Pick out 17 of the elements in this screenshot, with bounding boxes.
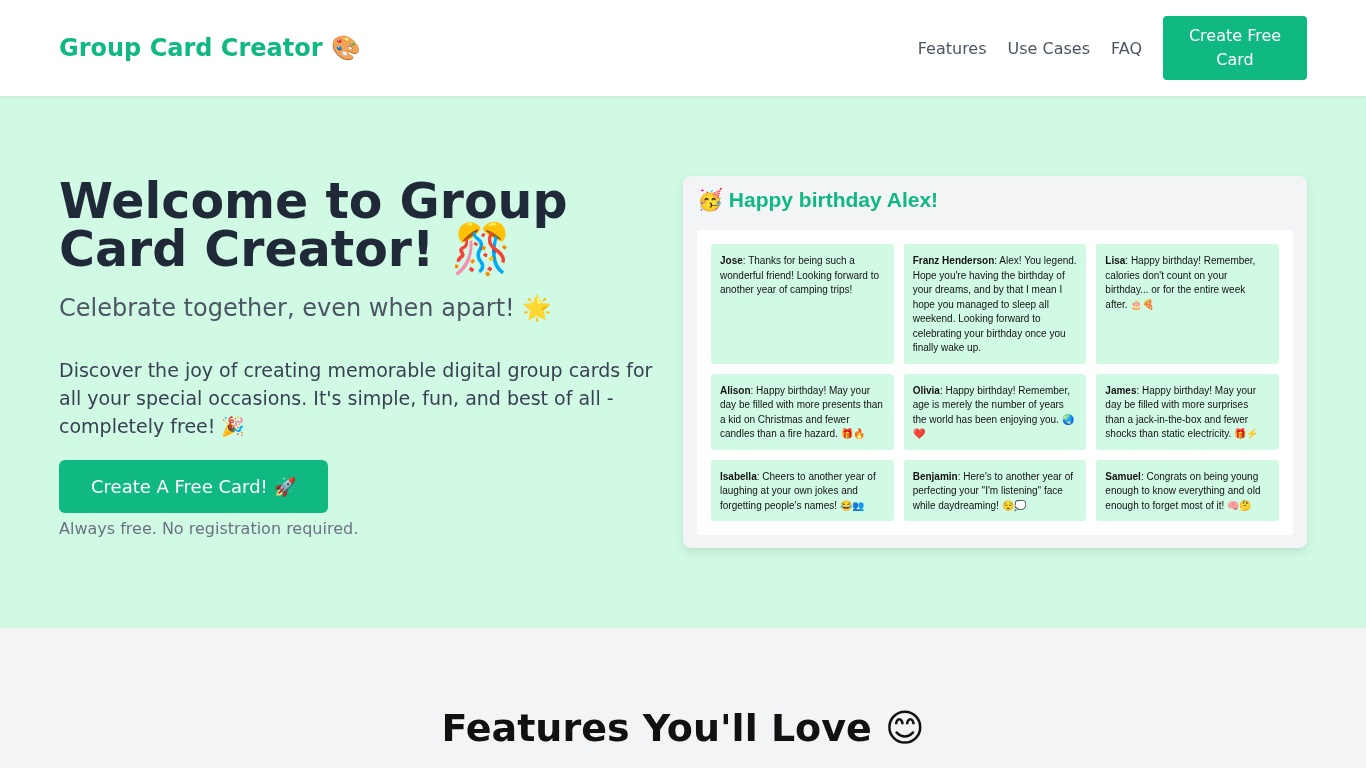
hero-description: Discover the joy of creating memorable digital group cards for all your special occasions. It's simple, fun, and best of all - completely free! 🎉 [59, 358, 654, 439]
card-title: 🥳 Happy birthday Alex! [697, 188, 940, 212]
features-heading: Features You'll Love 😊 [441, 706, 925, 752]
hero-subtitle: Celebrate together, even when apart! 🌟 [59, 294, 554, 322]
nav-link[interactable]: FAQ [1111, 38, 1142, 58]
nav-link[interactable]: Use Cases [1007, 38, 1090, 58]
message-note: Lisa: Happy birthday! Remember, calories don't count on your birthday... or for the entire week after. 🎂🍕 [1096, 244, 1279, 364]
message-note: Franz Henderson: Alex! You legend. Hope you're having the birthday of your dreams, and by that I mean I hope you managed to sleep all weekend. Looking forward to celebrating your birthday once you finally wake up. [903, 244, 1087, 364]
nav-link[interactable]: Features [917, 38, 987, 58]
message-note: Olivia: Happy birthday! Remember, age is merely the number of years the world has been enjoying you. 🌏❤ [903, 373, 1087, 450]
message-note: Samuel: Congrats on being young enough to know everything and old enough to forget most of it! 🧠🤔 [1096, 459, 1279, 521]
message-note: Alison: Happy birthday! May your day be filled with more presents than a kid on Christmas and fewer candles than a fire hazard. 🎁🔥 [711, 373, 894, 450]
free-note: Always free. No registration required. [59, 519, 360, 538]
message-note: Jose: Thanks for being such a wonderful friend! Looking forward to another year of camping trips! [711, 244, 894, 364]
message-note: Isabella: Cheers to another year of laughing at your own jokes and forgetting people's names! 😂👥 [711, 459, 894, 521]
message-note: James: Happy birthday! May your day be filled with more surprises than a jack-in-the-box and fewer shocks than static electricity. 🎁⚡ [1096, 373, 1279, 450]
message-note: Benjamin: Here's to another year of perfecting your "I'm listening" face while daydreaming! 😌💭 [903, 459, 1087, 521]
